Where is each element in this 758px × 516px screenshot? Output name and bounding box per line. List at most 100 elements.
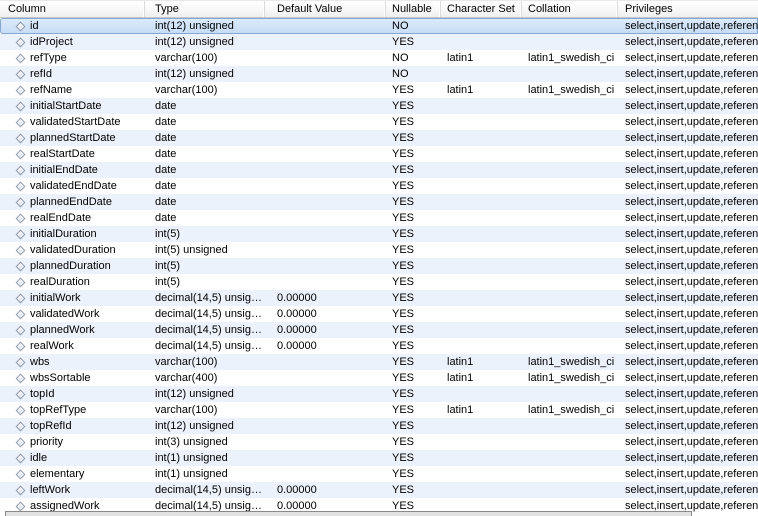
column-name-cell: topId	[0, 386, 145, 402]
table-row[interactable]: wbsvarchar(100)YESlatin1latin1_swedish_c…	[0, 354, 758, 370]
type-cell: int(12) unsigned	[145, 66, 265, 82]
collation-cell	[522, 482, 618, 498]
table-row[interactable]: topIdint(12) unsignedYESselect,insert,up…	[0, 386, 758, 402]
privileges-cell: select,insert,update,references	[618, 82, 758, 98]
column-name-cell: topRefId	[0, 418, 145, 434]
type-cell: date	[145, 194, 265, 210]
nullable-cell: YES	[386, 338, 441, 354]
collation-cell	[522, 258, 618, 274]
nullable-cell: YES	[386, 418, 441, 434]
collation-cell	[522, 210, 618, 226]
character-set-cell	[441, 194, 522, 210]
table-row[interactable]: initialDurationint(5)YESselect,insert,up…	[0, 226, 758, 242]
collation-cell: latin1_swedish_ci	[522, 402, 618, 418]
type-cell: int(5)	[145, 226, 265, 242]
horizontal-scrollbar[interactable]	[5, 511, 692, 516]
default-value-cell	[265, 34, 386, 50]
type-cell: date	[145, 114, 265, 130]
collation-cell	[522, 466, 618, 482]
table-row[interactable]: plannedStartDatedateYESselect,insert,upd…	[0, 130, 758, 146]
nullable-cell: NO	[386, 18, 441, 34]
table-row[interactable]: realEndDatedateYESselect,insert,update,r…	[0, 210, 758, 226]
nullable-cell: YES	[386, 194, 441, 210]
column-name-label: wbs	[24, 354, 50, 370]
type-cell: int(3) unsigned	[145, 434, 265, 450]
column-name-cell: refName	[0, 82, 145, 98]
column-name-label: plannedDuration	[24, 258, 111, 274]
column-name-cell: topRefType	[0, 402, 145, 418]
column-name-label: realEndDate	[24, 210, 91, 226]
table-row[interactable]: wbsSortablevarchar(400)YESlatin1latin1_s…	[0, 370, 758, 386]
table-row[interactable]: topRefTypevarchar(100)YESlatin1latin1_sw…	[0, 402, 758, 418]
table-row[interactable]: initialWorkdecimal(14,5) unsigned0.00000…	[0, 290, 758, 306]
nullable-cell: YES	[386, 82, 441, 98]
table-row[interactable]: validatedDurationint(5) unsignedYESselec…	[0, 242, 758, 258]
privileges-cell: select,insert,update,references	[618, 50, 758, 66]
type-cell: date	[145, 210, 265, 226]
nullable-cell: YES	[386, 354, 441, 370]
header-default-value[interactable]: Default Value	[265, 1, 386, 17]
header-privileges[interactable]: Privileges	[618, 1, 758, 17]
type-cell: int(5)	[145, 258, 265, 274]
table-row[interactable]: leftWorkdecimal(14,5) unsigned0.00000YES…	[0, 482, 758, 498]
table-row[interactable]: validatedWorkdecimal(14,5) unsigned0.000…	[0, 306, 758, 322]
privileges-cell: select,insert,update,references	[618, 194, 758, 210]
privileges-cell: select,insert,update,references	[618, 434, 758, 450]
table-row[interactable]: idleint(1) unsignedYESselect,insert,upda…	[0, 450, 758, 466]
nullable-cell: YES	[386, 450, 441, 466]
character-set-cell: latin1	[441, 50, 522, 66]
column-name-label: validatedWork	[24, 306, 100, 322]
type-cell: varchar(100)	[145, 50, 265, 66]
grid-rows: idint(12) unsignedNOselect,insert,update…	[0, 18, 758, 514]
default-value-cell	[265, 274, 386, 290]
collation-cell	[522, 242, 618, 258]
collation-cell	[522, 18, 618, 34]
default-value-cell: 0.00000	[265, 482, 386, 498]
column-name-cell: validatedEndDate	[0, 178, 145, 194]
column-name-cell: validatedWork	[0, 306, 145, 322]
type-cell: int(5)	[145, 274, 265, 290]
table-row[interactable]: elementaryint(1) unsignedYESselect,inser…	[0, 466, 758, 482]
privileges-cell: select,insert,update,references	[618, 130, 758, 146]
default-value-cell	[265, 114, 386, 130]
column-name-cell: realStartDate	[0, 146, 145, 162]
table-row[interactable]: plannedWorkdecimal(14,5) unsigned0.00000…	[0, 322, 758, 338]
column-name-label: leftWork	[24, 482, 70, 498]
nullable-cell: YES	[386, 466, 441, 482]
table-row[interactable]: realWorkdecimal(14,5) unsigned0.00000YES…	[0, 338, 758, 354]
type-cell: decimal(14,5) unsigned	[145, 322, 265, 338]
table-row[interactable]: refTypevarchar(100)NOlatin1latin1_swedis…	[0, 50, 758, 66]
table-row[interactable]: topRefIdint(12) unsignedYESselect,insert…	[0, 418, 758, 434]
nullable-cell: YES	[386, 258, 441, 274]
default-value-cell	[265, 98, 386, 114]
table-row[interactable]: refNamevarchar(100)YESlatin1latin1_swedi…	[0, 82, 758, 98]
table-row[interactable]: plannedDurationint(5)YESselect,insert,up…	[0, 258, 758, 274]
table-row[interactable]: initialEndDatedateYESselect,insert,updat…	[0, 162, 758, 178]
table-row[interactable]: initialStartDatedateYESselect,insert,upd…	[0, 98, 758, 114]
header-collation[interactable]: Collation	[522, 1, 618, 17]
table-row[interactable]: validatedEndDatedateYESselect,insert,upd…	[0, 178, 758, 194]
type-cell: date	[145, 146, 265, 162]
table-row[interactable]: realStartDatedateYESselect,insert,update…	[0, 146, 758, 162]
table-row[interactable]: realDurationint(5)YESselect,insert,updat…	[0, 274, 758, 290]
table-row[interactable]: validatedStartDatedateYESselect,insert,u…	[0, 114, 758, 130]
column-name-cell: initialDuration	[0, 226, 145, 242]
table-row[interactable]: refIdint(12) unsignedNOselect,insert,upd…	[0, 66, 758, 82]
header-type[interactable]: Type	[145, 1, 265, 17]
table-row[interactable]: plannedEndDatedate YES select,insert,updat…	[0, 194, 758, 210]
collation-cell	[522, 386, 618, 402]
privileges-cell: select,insert,update,references	[618, 370, 758, 386]
default-value-cell	[265, 386, 386, 402]
header-character-set[interactable]: Character Set	[441, 1, 522, 17]
privileges-cell: select,insert,update,references	[618, 178, 758, 194]
default-value-cell: 0.00000	[265, 322, 386, 338]
character-set-cell: latin1	[441, 402, 522, 418]
table-row[interactable]: idProjectint(12) unsignedYESselect,inser…	[0, 34, 758, 50]
collation-cell	[522, 306, 618, 322]
table-row[interactable]: priorityint(3) unsignedYESselect,insert,…	[0, 434, 758, 450]
column-name-cell: plannedEndDate	[0, 194, 145, 210]
header-nullable[interactable]: Nullable	[386, 1, 441, 17]
table-row[interactable]: idint(12) unsignedNOselect,insert,update…	[0, 18, 758, 34]
type-cell: int(1) unsigned	[145, 450, 265, 466]
header-column[interactable]: Column	[0, 1, 145, 17]
